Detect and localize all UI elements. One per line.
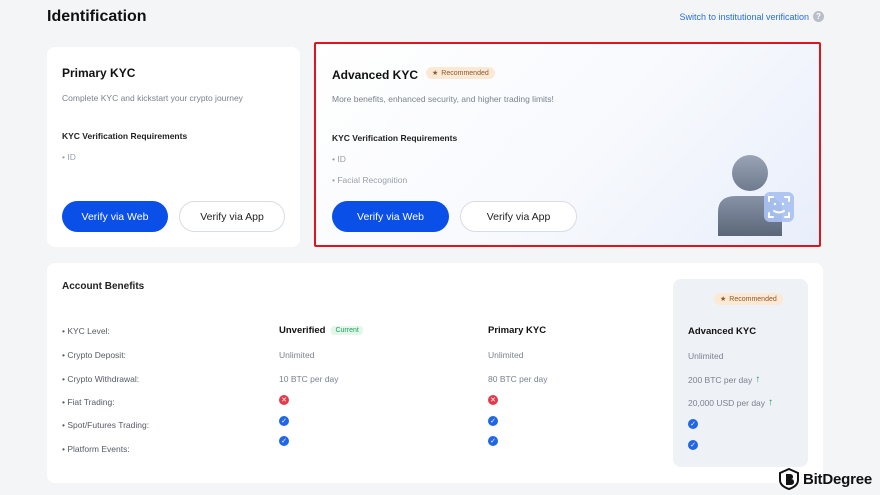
row-label-platform-events: • Platform Events: (62, 444, 130, 454)
row-label-kyc-level: • KYC Level: (62, 326, 110, 336)
current-badge: Current (331, 326, 363, 335)
check-circle-icon: ✓ (488, 416, 498, 426)
advanced-verify-app-button[interactable]: Verify via App (460, 201, 577, 232)
face-id-avatar-illustration (718, 155, 794, 236)
unverified-fiat-cell: ✕ (279, 395, 289, 405)
primary-spot-cell: ✓ (488, 416, 498, 426)
advanced-kyc-card: Advanced KYC ★ Recommended More benefits… (314, 42, 821, 247)
row-label-spot-futures: • Spot/Futures Trading: (62, 420, 150, 430)
advanced-column-head: Advanced KYC (688, 326, 757, 337)
primary-withdrawal: 80 BTC per day (488, 374, 548, 384)
advanced-recommended-label: Recommended (729, 295, 777, 303)
check-circle-icon: ✓ (279, 436, 289, 446)
primary-verify-app-button[interactable]: Verify via App (179, 201, 285, 232)
primary-fiat-cell: ✕ (488, 395, 498, 405)
star-icon: ★ (432, 70, 439, 77)
help-icon[interactable]: ? (813, 11, 824, 22)
primary-verify-web-button[interactable]: Verify via Web (62, 201, 168, 232)
check-circle-icon: ✓ (488, 436, 498, 446)
check-circle-icon: ✓ (688, 419, 698, 429)
advanced-recommended-badge: ★ Recommended (714, 293, 783, 305)
recommended-badge: ★ Recommended (426, 67, 495, 79)
row-label-crypto-deposit: • Crypto Deposit: (62, 350, 126, 360)
advanced-fiat: 20,000 USD per day (688, 397, 766, 408)
primary-kyc-title: Primary KYC (62, 66, 136, 80)
primary-kyc-card: Primary KYC Complete KYC and kickstart y… (47, 47, 300, 247)
unverified-withdrawal: 10 BTC per day (279, 374, 339, 384)
account-benefits-card: Account Benefits • KYC Level: • Crypto D… (47, 263, 823, 483)
watermark-text: BitDegree (802, 470, 872, 488)
unverified-deposit: Unlimited (279, 350, 315, 360)
advanced-column: ★ Recommended Advanced KYC Unlimited 200… (673, 279, 808, 467)
star-icon: ★ (720, 296, 727, 303)
unverified-column-head: Unverified Current (279, 325, 363, 336)
row-label-crypto-withdrawal: • Crypto Withdrawal: (62, 374, 140, 384)
primary-deposit: Unlimited (488, 350, 524, 360)
primary-events-cell: ✓ (488, 436, 498, 446)
advanced-kyc-title: Advanced KYC (332, 68, 419, 82)
x-circle-icon: ✕ (488, 395, 498, 405)
advanced-withdrawal-cell: 200 BTC per day ↑ (688, 374, 760, 385)
unverified-events-cell: ✓ (279, 436, 289, 446)
advanced-events-cell: ✓ (688, 440, 698, 450)
primary-kyc-requirements-title: KYC Verification Requirements (62, 131, 188, 141)
bitdegree-logo (778, 468, 799, 490)
arrow-up-icon: ↑ (755, 374, 761, 385)
unverified-spot-cell: ✓ (279, 416, 289, 426)
institutional-link-label[interactable]: Switch to institutional verification (679, 12, 809, 22)
institutional-verification-link[interactable]: Switch to institutional verification ? (679, 11, 824, 22)
arrow-up-icon: ↑ (768, 397, 774, 408)
check-circle-icon: ✓ (279, 416, 289, 426)
bitdegree-watermark: BitDegree (778, 468, 872, 490)
primary-kyc-description: Complete KYC and kickstart your crypto j… (62, 93, 243, 103)
primary-requirement-id: • ID (62, 152, 76, 162)
advanced-withdrawal: 200 BTC per day (688, 374, 753, 385)
primary-column-head: Primary KYC (488, 325, 547, 336)
recommended-badge-label: Recommended (441, 69, 489, 77)
advanced-requirement-id: • ID (332, 154, 346, 164)
advanced-fiat-cell: 20,000 USD per day ↑ (688, 397, 773, 408)
page-title: Identification (47, 8, 147, 25)
advanced-kyc-description: More benefits, enhanced security, and hi… (332, 94, 554, 104)
check-circle-icon: ✓ (688, 440, 698, 450)
unverified-head-label: Unverified (279, 325, 326, 336)
advanced-verify-web-button[interactable]: Verify via Web (332, 201, 449, 232)
account-benefits-title: Account Benefits (62, 281, 145, 292)
advanced-deposit: Unlimited (688, 351, 724, 361)
advanced-requirement-facial: • Facial Recognition (332, 175, 408, 185)
advanced-kyc-requirements-title: KYC Verification Requirements (332, 133, 458, 143)
x-circle-icon: ✕ (279, 395, 289, 405)
row-label-fiat-trading: • Fiat Trading: (62, 397, 115, 407)
advanced-spot-cell: ✓ (688, 419, 698, 429)
